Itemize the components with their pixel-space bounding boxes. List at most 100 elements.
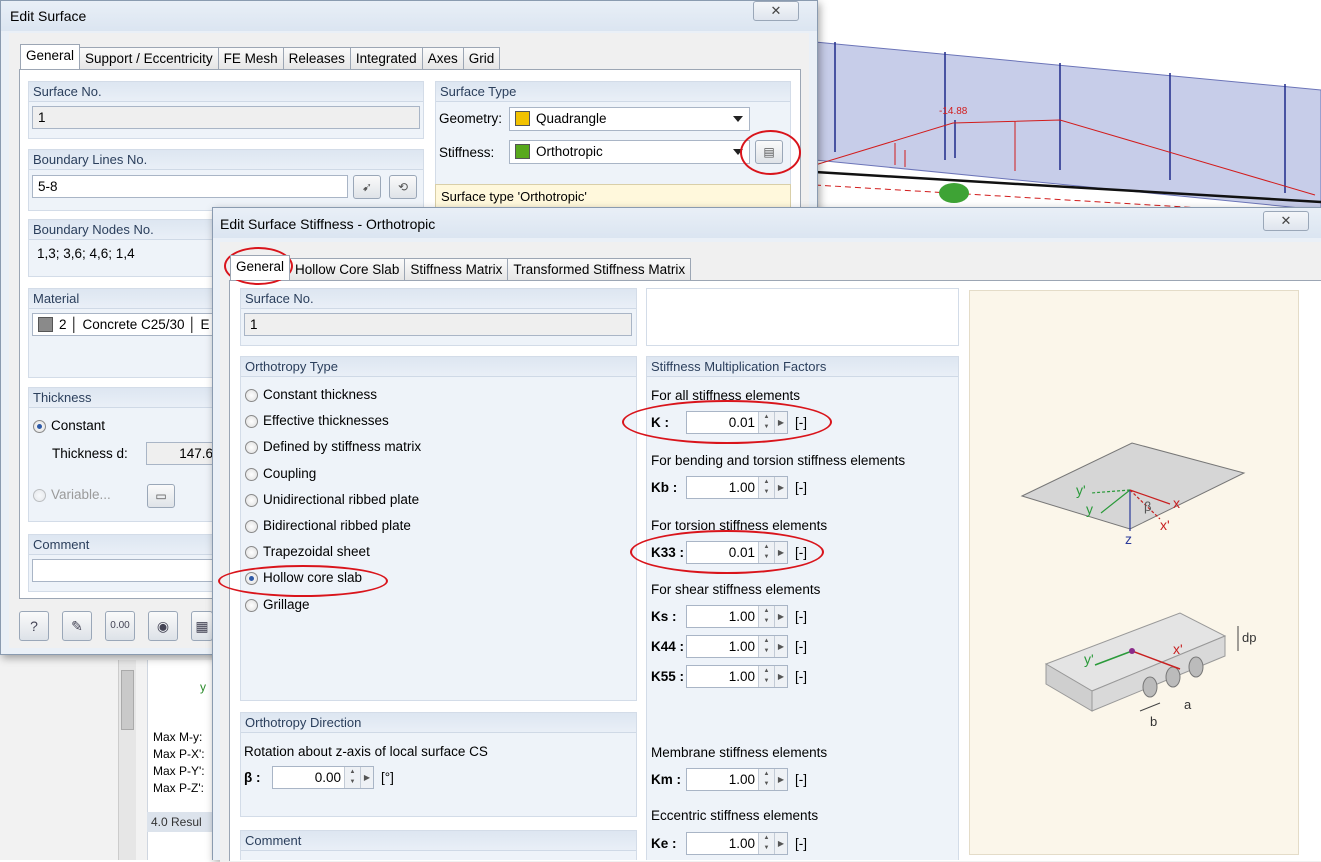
orthotropy-option-label: Effective thicknesses — [263, 413, 389, 429]
thickness-constant-label: Constant — [51, 418, 106, 433]
factor-caption: For shear stiffness elements — [651, 582, 821, 597]
tab-releases[interactable]: Releases — [282, 47, 351, 69]
beta-value: 0.00 — [314, 770, 341, 785]
factor-spinner[interactable]: 1.00 ▲ ▼ ▶ — [686, 665, 788, 688]
tab-axes[interactable]: Axes — [421, 47, 464, 69]
material-field[interactable]: 2 │ Concrete C25/30 │ E — [32, 313, 216, 336]
scroll-thumb[interactable] — [121, 670, 134, 730]
arrow-right-icon[interactable]: ▶ — [774, 606, 787, 627]
orthotropy-radio-4[interactable] — [245, 493, 258, 507]
comment-field[interactable] — [32, 559, 216, 582]
surface-type-header: Surface Type — [436, 82, 790, 102]
axis-y-glyph: y — [200, 680, 206, 694]
orthotropy-option-label: Constant thickness — [263, 387, 378, 402]
factor-caption: For bending and torsion stiffness elemen… — [651, 453, 906, 468]
factor-label: Ks : — [651, 609, 677, 624]
factor-label: K44 : — [651, 639, 685, 654]
factor-value: 1.00 — [728, 772, 755, 787]
surface-no-header: Surface No. — [29, 82, 423, 102]
edit-button[interactable]: ✎ — [62, 611, 92, 641]
pick-lines-button[interactable]: ➹ — [353, 175, 381, 199]
boundary-lines-field[interactable]: 5-8 — [32, 175, 348, 198]
model-view[interactable]: -14.88 — [814, 0, 1321, 211]
updown-icon[interactable]: ▲ ▼ — [758, 606, 774, 627]
orthotropy-radio-3[interactable] — [245, 467, 258, 481]
factor-label: K55 : — [651, 669, 685, 684]
select-lines-button[interactable]: ⟲ — [389, 175, 417, 199]
stiffness-select[interactable]: Orthotropic — [509, 140, 750, 164]
edit-surface-titlebar: Edit Surface — [1, 1, 817, 31]
load-value-label: -14.88 — [939, 106, 968, 117]
factor-value: 1.00 — [728, 609, 755, 624]
orthotropy-option-label: Bidirectional ribbed plate — [263, 518, 411, 533]
factor-spinner[interactable]: 1.00 ▲ ▼ ▶ — [686, 635, 788, 658]
stiff-surface-no-field[interactable]: 1 — [244, 313, 632, 336]
factor-spinner[interactable]: 1.00 ▲ ▼ ▶ — [686, 832, 788, 855]
orthotropy-option-label: Coupling — [263, 465, 317, 481]
orthotropy-radio-0[interactable] — [245, 389, 258, 402]
tree-line-max-my: Max M-y: — [153, 730, 203, 744]
updown-icon[interactable]: ▲ ▼ — [758, 477, 774, 498]
updown-icon[interactable]: ▲ ▼ — [758, 636, 774, 657]
tab-hollow-core-slab[interactable]: Hollow Core Slab — [289, 258, 406, 280]
view-button[interactable]: ◉ — [148, 611, 178, 641]
factor-spinner[interactable]: 1.00 ▲ ▼ ▶ — [686, 605, 788, 628]
tab-grid[interactable]: Grid — [462, 47, 501, 69]
boundary-nodes-header: Boundary Nodes No. — [29, 220, 217, 240]
edit-surface-tabs: General Support / Eccentricity FE Mesh R… — [20, 44, 501, 69]
thickness-variable-button[interactable]: ▭ — [147, 484, 175, 508]
orthotropy-radio-5[interactable] — [245, 520, 258, 533]
thickness-variable-radio[interactable] — [33, 489, 46, 502]
tab-general[interactable]: General — [20, 44, 81, 69]
factor-unit: [-] — [795, 669, 807, 684]
results-tab[interactable]: 4.0 Resul — [147, 812, 215, 832]
stiff-surface-no-header: Surface No. — [241, 289, 636, 309]
orthotropy-radio-8[interactable] — [245, 598, 258, 612]
arrow-right-icon[interactable]: ▶ — [774, 833, 787, 854]
label-y: y — [1086, 501, 1093, 517]
orthotropy-option-label: Unidirectional ribbed plate — [263, 491, 420, 507]
factor-spinner[interactable]: 1.00 ▲ ▼ ▶ — [686, 768, 788, 791]
geometry-select[interactable]: Quadrangle — [509, 107, 750, 131]
units-button[interactable]: 0.00 — [105, 611, 135, 641]
updown-icon[interactable]: ▲ ▼ — [344, 767, 360, 788]
thickness-constant-radio[interactable] — [33, 420, 46, 433]
orthotropy-type-header: Orthotropy Type — [241, 357, 636, 377]
arrow-right-icon[interactable]: ▶ — [774, 636, 787, 657]
tab-fe-mesh[interactable]: FE Mesh — [217, 47, 284, 69]
surface-type-info: Surface type 'Orthotropic' — [435, 184, 791, 208]
arrow-right-icon[interactable]: ▶ — [360, 767, 373, 788]
tab-integrated[interactable]: Integrated — [349, 47, 423, 69]
navigator-scrollbar[interactable] — [118, 660, 136, 860]
more-button[interactable]: ▦ — [191, 611, 213, 641]
factor-unit: [-] — [795, 772, 807, 787]
geometry-value: Quadrangle — [536, 111, 607, 126]
stiffness-titlebar: Edit Surface Stiffness - Orthotropic — [213, 208, 1321, 238]
tab-transformed-stiffness-matrix[interactable]: Transformed Stiffness Matrix — [507, 258, 692, 280]
stiffness-color-swatch — [515, 144, 530, 159]
beta-spinner[interactable]: 0.00 ▲ ▼ ▶ — [272, 766, 374, 789]
surface-no-field[interactable]: 1 — [32, 106, 420, 129]
model-graphic — [814, 41, 1321, 211]
help-button[interactable]: ? — [19, 611, 49, 641]
orthotropy-direction-group: Orthotropy Direction — [240, 712, 637, 817]
factor-caption: Eccentric stiffness elements — [651, 808, 819, 823]
tab-support-eccentricity[interactable]: Support / Eccentricity — [79, 47, 219, 69]
material-color-swatch — [38, 317, 53, 332]
factor-spinner[interactable]: 1.00 ▲ ▼ ▶ — [686, 476, 788, 499]
updown-icon[interactable]: ▲ ▼ — [758, 666, 774, 687]
updown-icon[interactable]: ▲ ▼ — [758, 769, 774, 790]
arrow-right-icon[interactable]: ▶ — [774, 666, 787, 687]
factor-value: 1.00 — [728, 669, 755, 684]
tab-stiffness-general[interactable]: General — [230, 255, 291, 280]
label-x-prime-slab: x' — [1173, 641, 1183, 657]
arrow-right-icon[interactable]: ▶ — [774, 769, 787, 790]
tab-stiffness-matrix[interactable]: Stiffness Matrix — [404, 258, 509, 280]
edit-surface-close-button[interactable]: ✕ — [753, 1, 799, 21]
factor-unit: [-] — [795, 609, 807, 624]
updown-icon[interactable]: ▲ ▼ — [758, 833, 774, 854]
thickness-d-field[interactable]: 147.6 — [146, 442, 218, 465]
stiffness-close-button[interactable]: ✕ — [1263, 211, 1309, 231]
arrow-right-icon[interactable]: ▶ — [774, 477, 787, 498]
tree-line-max-px: Max P-X': — [153, 747, 205, 761]
